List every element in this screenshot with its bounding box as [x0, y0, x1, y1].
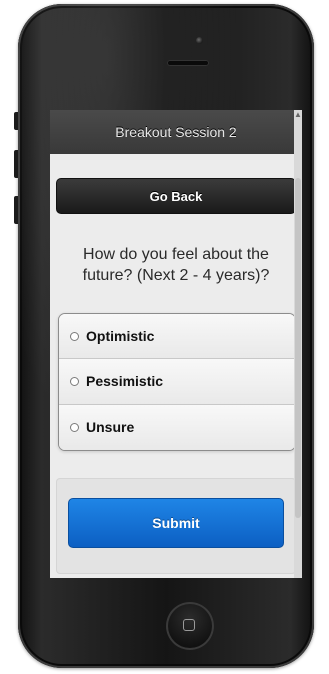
earpiece-speaker: [167, 60, 209, 66]
scroll-up-icon[interactable]: ▲: [294, 110, 302, 120]
option-label: Unsure: [86, 419, 135, 436]
home-button[interactable]: [166, 602, 214, 650]
app-screen: Breakout Session 2 Go Back How do you fe…: [50, 110, 302, 578]
radio-icon[interactable]: [70, 422, 79, 432]
volume-down-button: [14, 196, 18, 224]
home-square-icon: [183, 619, 195, 631]
front-camera-icon: [196, 37, 203, 44]
poll-options: Optimistic Pessimistic Unsure: [58, 313, 296, 451]
poll-question: How do you feel about the future? (Next …: [82, 246, 270, 284]
scroll-thumb[interactable]: [295, 178, 301, 518]
radio-icon[interactable]: [70, 376, 79, 386]
option-label: Optimistic: [86, 328, 155, 345]
option-unsure[interactable]: Unsure: [59, 404, 295, 450]
volume-up-button: [14, 150, 18, 178]
radio-icon[interactable]: [70, 331, 79, 341]
page-title: Breakout Session 2: [115, 124, 237, 140]
go-back-button[interactable]: Go Back: [56, 178, 296, 214]
scrollbar[interactable]: ▲: [294, 110, 302, 578]
submit-area: Submit: [56, 478, 296, 574]
option-label: Pessimistic: [86, 373, 164, 390]
header-bar: Breakout Session 2: [50, 110, 302, 154]
option-optimistic[interactable]: Optimistic: [59, 314, 295, 360]
option-pessimistic[interactable]: Pessimistic: [59, 359, 295, 405]
side-switch: [14, 112, 18, 130]
submit-button[interactable]: Submit: [68, 498, 284, 548]
